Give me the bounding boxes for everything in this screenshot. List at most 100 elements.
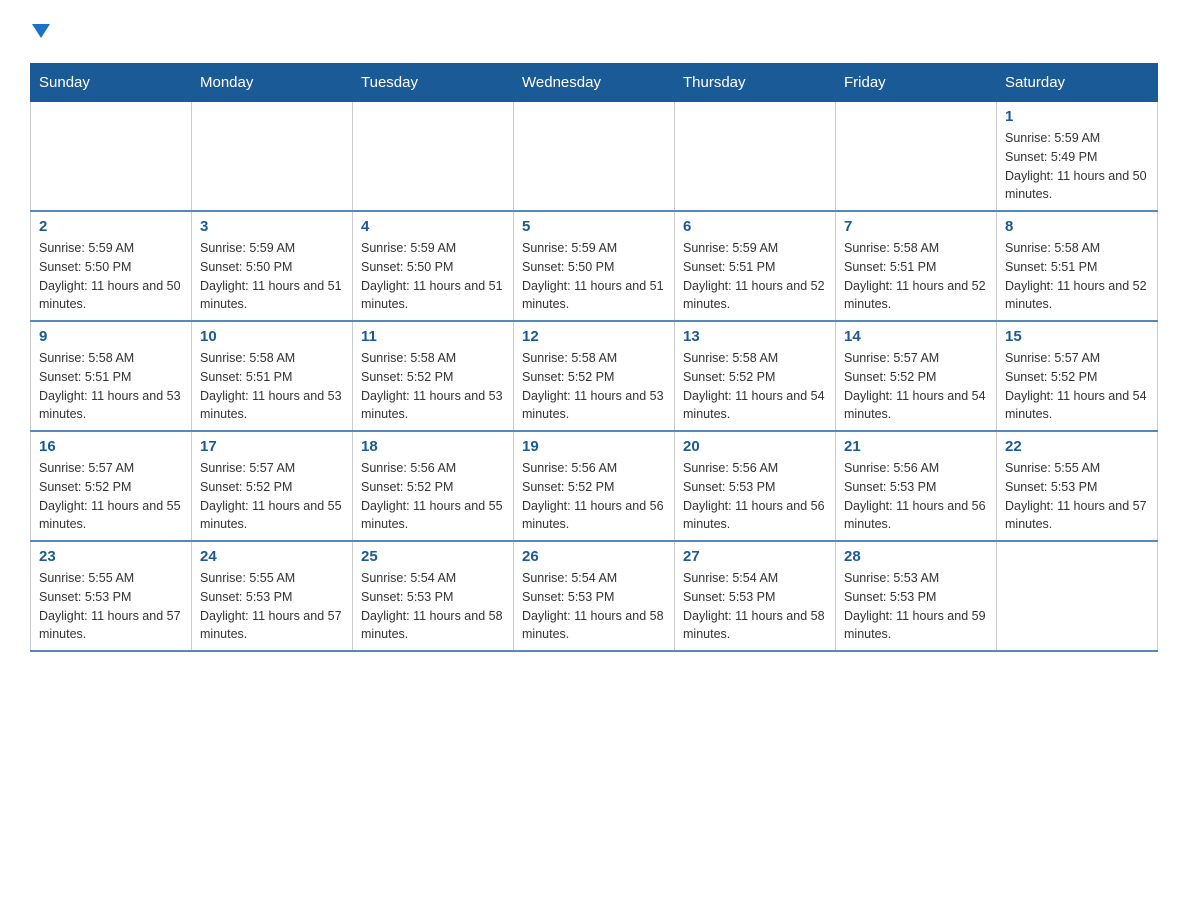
- day-number: 23: [39, 548, 183, 565]
- calendar-week-row: 16Sunrise: 5:57 AMSunset: 5:52 PMDayligh…: [31, 431, 1158, 541]
- calendar-cell: 6 Sunrise: 5:59 AMSunset: 5:51 PMDaylight…: [675, 211, 836, 321]
- weekday-header-saturday: Saturday: [997, 64, 1158, 102]
- calendar-cell: 16Sunrise: 5:57 AMSunset: 5:52 PMDayligh…: [31, 431, 192, 541]
- day-number: 25: [361, 548, 505, 565]
- day-sun-info: Sunrise: 5:58 AMSunset: 5:52 PMDaylight:…: [683, 349, 827, 424]
- day-sun-info: Sunrise: 5:55 AMSunset: 5:53 PMDaylight:…: [200, 569, 344, 644]
- logo-triangle-icon: [32, 24, 50, 43]
- calendar-cell: [353, 102, 514, 212]
- day-sun-info: Sunrise: 5:59 AMSunset: 5:50 PMDaylight:…: [522, 239, 666, 314]
- day-sun-info: Sunrise: 5:56 AMSunset: 5:53 PMDaylight:…: [844, 459, 988, 534]
- day-sun-info: Sunrise: 5:59 AMSunset: 5:51 PMDaylight:…: [683, 239, 827, 314]
- day-sun-info: Sunrise: 5:54 AMSunset: 5:53 PMDaylight:…: [361, 569, 505, 644]
- calendar-cell: 18 Sunrise: 5:56 AMSunset: 5:52 PMDayligh…: [353, 431, 514, 541]
- day-sun-info: Sunrise: 5:59 AMSunset: 5:50 PMDaylight:…: [361, 239, 505, 314]
- day-sun-info: Sunrise: 5:58 AMSunset: 5:51 PMDaylight:…: [844, 239, 988, 314]
- day-number: 18: [361, 438, 505, 455]
- calendar-cell: 21 Sunrise: 5:56 AMSunset: 5:53 PMDayligh…: [836, 431, 997, 541]
- day-number: 9: [39, 328, 183, 345]
- calendar-cell: 14 Sunrise: 5:57 AMSunset: 5:52 PMDayligh…: [836, 321, 997, 431]
- day-number: 21: [844, 438, 988, 455]
- calendar-cell: 20 Sunrise: 5:56 AMSunset: 5:53 PMDayligh…: [675, 431, 836, 541]
- calendar-cell: 3Sunrise: 5:59 AMSunset: 5:50 PMDaylight…: [192, 211, 353, 321]
- calendar-week-row: 2 Sunrise: 5:59 AMSunset: 5:50 PMDaylight…: [31, 211, 1158, 321]
- day-number: 28: [844, 548, 988, 565]
- calendar-week-row: 23 Sunrise: 5:55 AMSunset: 5:53 PMDayligh…: [31, 541, 1158, 651]
- day-sun-info: Sunrise: 5:57 AMSunset: 5:52 PMDaylight:…: [1005, 349, 1149, 424]
- calendar-cell: 5 Sunrise: 5:59 AMSunset: 5:50 PMDaylight…: [514, 211, 675, 321]
- day-sun-info: Sunrise: 5:57 AMSunset: 5:52 PMDaylight:…: [844, 349, 988, 424]
- logo: [30, 20, 50, 43]
- calendar-week-row: 1Sunrise: 5:59 AMSunset: 5:49 PMDaylight…: [31, 102, 1158, 212]
- weekday-header-sunday: Sunday: [31, 64, 192, 102]
- weekday-header-thursday: Thursday: [675, 64, 836, 102]
- calendar-cell: 26 Sunrise: 5:54 AMSunset: 5:53 PMDayligh…: [514, 541, 675, 651]
- day-number: 27: [683, 548, 827, 565]
- calendar-cell: 17 Sunrise: 5:57 AMSunset: 5:52 PMDayligh…: [192, 431, 353, 541]
- day-number: 17: [200, 438, 344, 455]
- day-sun-info: Sunrise: 5:55 AMSunset: 5:53 PMDaylight:…: [39, 569, 183, 644]
- day-number: 11: [361, 328, 505, 345]
- calendar-table: SundayMondayTuesdayWednesdayThursdayFrid…: [30, 63, 1158, 652]
- day-sun-info: Sunrise: 5:56 AMSunset: 5:53 PMDaylight:…: [683, 459, 827, 534]
- calendar-week-row: 9 Sunrise: 5:58 AMSunset: 5:51 PMDaylight…: [31, 321, 1158, 431]
- day-sun-info: Sunrise: 5:59 AMSunset: 5:50 PMDaylight:…: [39, 239, 183, 314]
- calendar-cell: 28 Sunrise: 5:53 AMSunset: 5:53 PMDayligh…: [836, 541, 997, 651]
- day-sun-info: Sunrise: 5:58 AMSunset: 5:51 PMDaylight:…: [39, 349, 183, 424]
- calendar-cell: 13 Sunrise: 5:58 AMSunset: 5:52 PMDayligh…: [675, 321, 836, 431]
- calendar-cell: 15 Sunrise: 5:57 AMSunset: 5:52 PMDayligh…: [997, 321, 1158, 431]
- day-sun-info: Sunrise: 5:57 AMSunset: 5:52 PMDaylight:…: [39, 459, 183, 534]
- day-number: 7: [844, 218, 988, 235]
- day-number: 2: [39, 218, 183, 235]
- day-number: 5: [522, 218, 666, 235]
- calendar-cell: [997, 541, 1158, 651]
- day-number: 15: [1005, 328, 1149, 345]
- calendar-body: 1Sunrise: 5:59 AMSunset: 5:49 PMDaylight…: [31, 102, 1158, 652]
- day-number: 6: [683, 218, 827, 235]
- calendar-cell: 25 Sunrise: 5:54 AMSunset: 5:53 PMDayligh…: [353, 541, 514, 651]
- day-number: 26: [522, 548, 666, 565]
- day-number: 10: [200, 328, 344, 345]
- calendar-cell: 8Sunrise: 5:58 AMSunset: 5:51 PMDaylight…: [997, 211, 1158, 321]
- day-sun-info: Sunrise: 5:58 AMSunset: 5:51 PMDaylight:…: [1005, 239, 1149, 314]
- day-sun-info: Sunrise: 5:58 AMSunset: 5:52 PMDaylight:…: [361, 349, 505, 424]
- day-sun-info: Sunrise: 5:58 AMSunset: 5:52 PMDaylight:…: [522, 349, 666, 424]
- day-number: 19: [522, 438, 666, 455]
- weekday-header-monday: Monday: [192, 64, 353, 102]
- calendar-cell: 2 Sunrise: 5:59 AMSunset: 5:50 PMDaylight…: [31, 211, 192, 321]
- calendar-cell: 11 Sunrise: 5:58 AMSunset: 5:52 PMDayligh…: [353, 321, 514, 431]
- day-number: 20: [683, 438, 827, 455]
- day-number: 13: [683, 328, 827, 345]
- day-sun-info: Sunrise: 5:53 AMSunset: 5:53 PMDaylight:…: [844, 569, 988, 644]
- day-sun-info: Sunrise: 5:54 AMSunset: 5:53 PMDaylight:…: [522, 569, 666, 644]
- calendar-cell: 7 Sunrise: 5:58 AMSunset: 5:51 PMDaylight…: [836, 211, 997, 321]
- day-number: 24: [200, 548, 344, 565]
- day-sun-info: Sunrise: 5:57 AMSunset: 5:52 PMDaylight:…: [200, 459, 344, 534]
- calendar-cell: 9 Sunrise: 5:58 AMSunset: 5:51 PMDaylight…: [31, 321, 192, 431]
- calendar-cell: [192, 102, 353, 212]
- weekday-header-row: SundayMondayTuesdayWednesdayThursdayFrid…: [31, 64, 1158, 102]
- calendar-cell: 1Sunrise: 5:59 AMSunset: 5:49 PMDaylight…: [997, 102, 1158, 212]
- page-header: [30, 20, 1158, 43]
- calendar-cell: 23 Sunrise: 5:55 AMSunset: 5:53 PMDayligh…: [31, 541, 192, 651]
- calendar-cell: 19 Sunrise: 5:56 AMSunset: 5:52 PMDayligh…: [514, 431, 675, 541]
- day-number: 22: [1005, 438, 1149, 455]
- calendar-cell: [836, 102, 997, 212]
- calendar-cell: [514, 102, 675, 212]
- day-sun-info: Sunrise: 5:59 AMSunset: 5:50 PMDaylight:…: [200, 239, 344, 314]
- calendar-cell: 27Sunrise: 5:54 AMSunset: 5:53 PMDayligh…: [675, 541, 836, 651]
- day-sun-info: Sunrise: 5:56 AMSunset: 5:52 PMDaylight:…: [361, 459, 505, 534]
- weekday-header-wednesday: Wednesday: [514, 64, 675, 102]
- day-sun-info: Sunrise: 5:58 AMSunset: 5:51 PMDaylight:…: [200, 349, 344, 424]
- day-number: 12: [522, 328, 666, 345]
- day-number: 4: [361, 218, 505, 235]
- calendar-header: SundayMondayTuesdayWednesdayThursdayFrid…: [31, 64, 1158, 102]
- day-sun-info: Sunrise: 5:56 AMSunset: 5:52 PMDaylight:…: [522, 459, 666, 534]
- day-sun-info: Sunrise: 5:55 AMSunset: 5:53 PMDaylight:…: [1005, 459, 1149, 534]
- weekday-header-friday: Friday: [836, 64, 997, 102]
- weekday-header-tuesday: Tuesday: [353, 64, 514, 102]
- calendar-cell: 10 Sunrise: 5:58 AMSunset: 5:51 PMDayligh…: [192, 321, 353, 431]
- calendar-cell: 24 Sunrise: 5:55 AMSunset: 5:53 PMDayligh…: [192, 541, 353, 651]
- day-number: 14: [844, 328, 988, 345]
- calendar-cell: [675, 102, 836, 212]
